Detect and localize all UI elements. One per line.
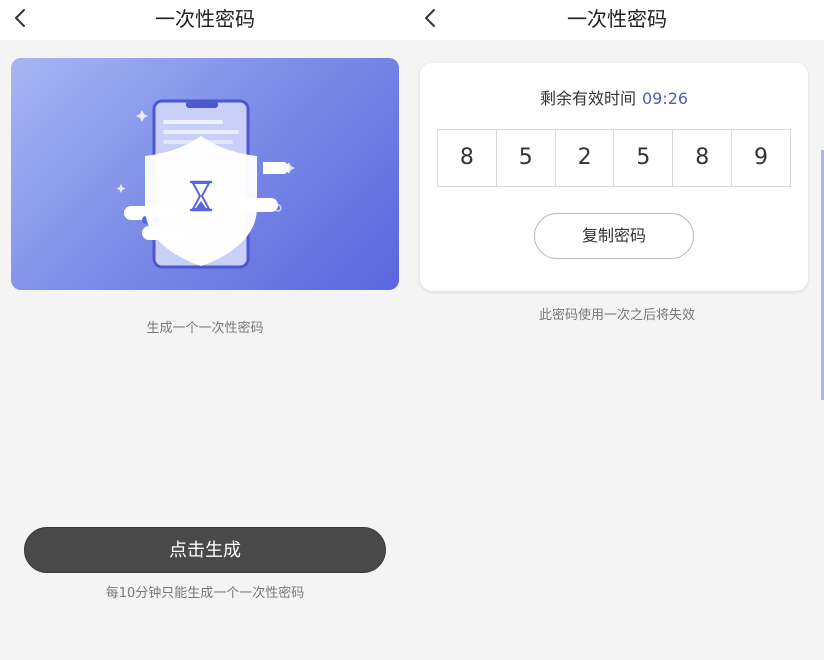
otp-digit: 2 — [556, 130, 615, 186]
nav-bar: 一次性密码 — [410, 0, 824, 40]
countdown-timer: 09:26 — [641, 89, 689, 108]
single-use-note: 此密码使用一次之后将失效 — [538, 308, 695, 323]
app-root: 一次性密码 生成一个一次性密码 点击生成 每10分钟只能生成一个一次性密码 一次… — [0, 0, 824, 660]
generate-hint-text: 生成一个一次性密码 — [146, 321, 264, 336]
otp-digit: 5 — [614, 130, 674, 186]
otp-digit: 8 — [673, 130, 733, 186]
otp-digit: 8 — [438, 130, 497, 186]
remaining-time-label: 剩余有效时间 — [539, 89, 636, 108]
generate-limit-note: 每10分钟只能生成一个一次性密码 — [105, 586, 305, 601]
otp-screen: 一次性密码 剩余有效时间 09:26 8 5 2 5 8 9 复制密码 此密码使用… — [410, 0, 824, 660]
hero-illustration — [11, 58, 399, 290]
otp-digit: 9 — [754, 145, 769, 170]
otp-card: 剩余有效时间 09:26 8 5 2 5 8 9 复制密码 — [420, 63, 808, 291]
generate-button[interactable]: 点击生成 — [24, 527, 386, 573]
generate-screen: 一次性密码 生成一个一次性密码 点击生成 每10分钟只能生成一个一次性密码 — [0, 0, 410, 660]
nav-bar: 一次性密码 — [0, 0, 410, 40]
page-title: 一次性密码 — [155, 7, 255, 31]
shield-hourglass-icon — [116, 99, 295, 269]
otp-digits: 8 5 2 5 8 9 — [437, 129, 791, 187]
otp-digit: 5 — [497, 130, 556, 186]
copy-password-button[interactable]: 复制密码 — [534, 213, 694, 259]
page-title: 一次性密码 — [567, 7, 667, 31]
remaining-time: 剩余有效时间 09:26 — [420, 85, 808, 109]
